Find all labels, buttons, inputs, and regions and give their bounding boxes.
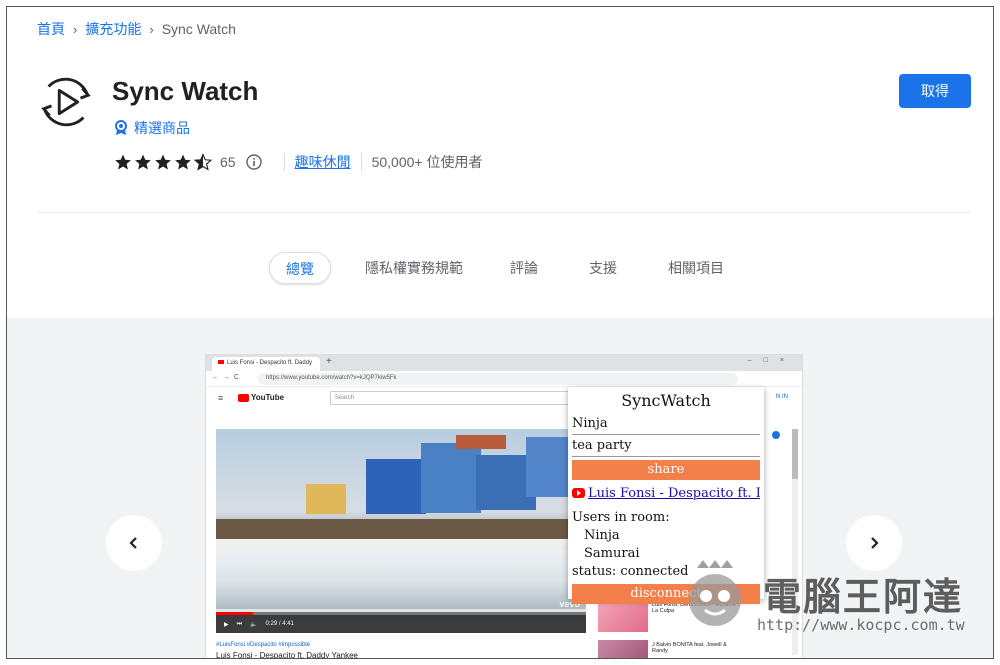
divider	[283, 153, 285, 171]
star-icon	[115, 154, 131, 170]
category-link[interactable]: 趣味休閒	[295, 152, 351, 172]
chevron-left-icon	[129, 537, 137, 549]
featured-badge-icon	[115, 120, 127, 135]
app-meta: 65 趣味休閒 50,000+ 位使用者	[114, 152, 482, 172]
featured-badge[interactable]: 精選商品	[114, 118, 190, 138]
video-link: Luis Fonsi - Despacito ft. Da...	[572, 484, 760, 502]
related-title: J Balvin BONITA feat. Jowell & Randy	[652, 642, 727, 654]
featured-label: 精選商品	[134, 120, 190, 136]
users-label: Users in room:	[572, 510, 670, 525]
get-button[interactable]: 取得	[899, 74, 971, 108]
video-title: Luis Fonsi - Despacito ft. Daddy Yankee	[216, 651, 358, 659]
breadcrumb: 首頁 › 擴充功能 › Sync Watch	[37, 19, 236, 39]
tab-reviews[interactable]: 評論	[510, 252, 538, 284]
browser-tab: Luis Fonsi - Despacito ft. Daddy	[212, 357, 320, 371]
tab-bar: 總覽 隱私權實務規範 評論 支援 相關項目	[7, 252, 993, 284]
youtube-logo-icon	[238, 393, 249, 402]
rating-stars[interactable]	[114, 153, 212, 171]
nav-arrows-icon: ←→C	[212, 374, 244, 381]
window-controls-icon: –□×	[747, 357, 796, 364]
room-field: tea party	[572, 435, 760, 457]
room-user: Ninja	[584, 528, 620, 543]
chevron-right-icon: ›	[73, 21, 78, 37]
browser-tab-title: Luis Fonsi - Despacito ft. Daddy	[227, 360, 313, 366]
youtube-favicon-icon	[218, 360, 224, 364]
star-icon	[175, 154, 191, 170]
room-user: Samurai	[584, 546, 640, 561]
youtube-search: Search	[330, 391, 580, 405]
breadcrumb-home-link[interactable]: 首頁	[37, 19, 65, 39]
youtube-logo: YouTube	[238, 393, 284, 402]
star-icon	[135, 154, 151, 170]
header-divider	[37, 212, 971, 213]
popup-title: SyncWatch	[621, 391, 711, 410]
share-button: share	[572, 460, 760, 480]
chevron-right-icon	[871, 537, 879, 549]
name-field: Ninja	[572, 413, 760, 435]
tab-overview[interactable]: 總覽	[269, 252, 331, 284]
site-watermark: 電腦王阿達 http://www.kocpc.com.tw	[675, 560, 975, 640]
volume-icon: 🔈	[250, 621, 258, 628]
info-icon[interactable]	[245, 154, 262, 170]
related-thumbnail	[598, 640, 648, 658]
store-page: 首頁 › 擴充功能 › Sync Watch Sync Watch 精選商品 6…	[6, 6, 994, 659]
mascot-logo-icon	[689, 560, 741, 626]
tab-related[interactable]: 相關項目	[668, 252, 724, 284]
breadcrumb-extensions-link[interactable]: 擴充功能	[85, 19, 141, 39]
sync-play-icon	[41, 77, 91, 127]
rating-count[interactable]: 65	[220, 154, 236, 170]
user-count: 50,000+ 位使用者	[371, 154, 483, 170]
video-link-text: Luis Fonsi - Despacito ft. Da...	[588, 485, 760, 501]
play-icon: ▶	[224, 621, 229, 628]
watermark-url: http://www.kocpc.com.tw	[757, 616, 965, 634]
video-hashtags: #LuisFonsi #Despacito #impossible	[216, 642, 311, 648]
menu-icon: ≡	[218, 393, 224, 403]
autoplay-toggle	[772, 431, 780, 439]
browser-toolbar: ←→C https://www.youtube.com/watch?v=kJQP…	[206, 371, 802, 387]
chevron-right-icon: ›	[149, 21, 154, 37]
url-bar: https://www.youtube.com/watch?v=kJQP7kiw…	[258, 373, 738, 385]
star-half-icon	[194, 153, 212, 171]
video-frame: vevo ▶ ⏭ 🔈 0:29 / 4:41	[216, 429, 586, 633]
video-controls: ▶ ⏭ 🔈 0:29 / 4:41	[216, 615, 586, 633]
related-thumbnail	[598, 600, 648, 632]
tab-privacy[interactable]: 隱私權實務規範	[365, 252, 463, 284]
app-title: Sync Watch	[112, 76, 259, 106]
tab-support[interactable]: 支援	[589, 252, 617, 284]
star-icon	[155, 154, 171, 170]
youtube-icon	[572, 488, 585, 498]
divider	[360, 153, 362, 171]
gallery-prev-button[interactable]	[106, 515, 162, 571]
browser-tabbar: Luis Fonsi - Despacito ft. Daddy + –□×	[206, 355, 802, 371]
next-icon: ⏭	[236, 620, 243, 627]
new-tab-icon: +	[326, 356, 332, 367]
watermark-title: 電腦王阿達	[763, 575, 964, 619]
youtube-signin: N IN	[776, 394, 788, 400]
video-time: 0:29 / 4:41	[265, 621, 294, 627]
breadcrumb-current: Sync Watch	[161, 21, 236, 37]
